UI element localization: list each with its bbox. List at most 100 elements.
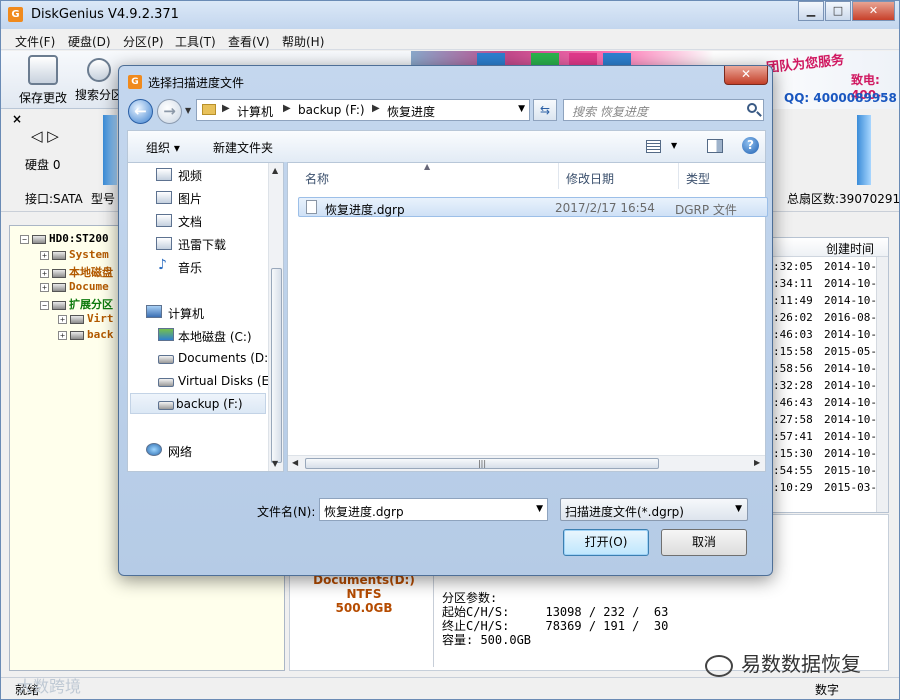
open-button[interactable]: 打开(O) (563, 529, 649, 556)
column-type[interactable]: 类型 (686, 170, 710, 187)
table-row[interactable]: :15:30 2014-10- (772, 447, 877, 464)
menu-view[interactable]: 查看(V) (228, 33, 270, 50)
preview-pane-icon[interactable] (707, 139, 723, 153)
partition-bar[interactable] (103, 115, 117, 185)
column-modified-date[interactable]: 修改日期 (566, 170, 614, 187)
breadcrumb-computer[interactable]: 计算机 (237, 103, 273, 120)
filename-input[interactable]: 恢复进度.dgrp ▼ (319, 498, 548, 521)
scroll-up-icon[interactable]: ▲ (272, 166, 278, 175)
disk-label: 硬盘 0 (25, 158, 61, 172)
list-scrollbar[interactable] (876, 257, 888, 512)
view-options-icon[interactable] (646, 140, 661, 153)
table-row[interactable]: :27:58 2014-10- (772, 413, 877, 430)
partition-tile[interactable]: Documents(D:) NTFS 500.0GB (294, 573, 434, 667)
expand-icon[interactable]: + (58, 314, 67, 324)
table-row[interactable]: :34:11 2014-10- (772, 277, 877, 294)
chevron-right-icon[interactable]: ▶ (283, 103, 291, 114)
column-created-time[interactable]: 创建时间 (826, 240, 874, 257)
nav-item-drive-e[interactable]: Virtual Disks (E: (178, 374, 273, 388)
close-strip-icon[interactable]: × (12, 112, 22, 126)
nav-scroll-thumb[interactable] (271, 268, 282, 463)
expand-icon[interactable]: + (58, 330, 67, 340)
table-row[interactable]: :26:02 2016-08- (772, 311, 877, 328)
tree-node[interactable]: + back (58, 328, 114, 341)
minimize-button[interactable]: ▁ (798, 1, 824, 21)
search-partition-button[interactable]: 搜索分区 (75, 55, 123, 103)
organize-button[interactable]: 组织 ▾ (146, 139, 180, 156)
close-button[interactable]: ✕ (852, 1, 895, 21)
table-row[interactable]: :11:49 2014-10- (772, 294, 877, 311)
nav-scrollbar[interactable]: ▲ ▼ (268, 163, 283, 471)
table-row[interactable]: :58:56 2014-10- (772, 362, 877, 379)
list-header[interactable]: 创建时间 (772, 238, 888, 257)
menu-partition[interactable]: 分区(P) (123, 33, 164, 50)
expand-icon[interactable]: + (40, 250, 49, 260)
nav-item-music[interactable]: 音乐 (178, 259, 202, 276)
nav-item-drive-c[interactable]: 本地磁盘 (C:) (178, 328, 252, 345)
nav-item-documents[interactable]: 文档 (178, 213, 202, 230)
nav-item-network[interactable]: 网络 (168, 443, 192, 460)
help-icon[interactable]: ? (742, 137, 759, 154)
back-button[interactable]: ← (128, 99, 153, 124)
collapse-icon[interactable]: − (40, 300, 49, 310)
table-row[interactable]: :32:05 2014-10- (772, 260, 877, 277)
table-row[interactable]: :32:28 2014-10- (772, 379, 877, 396)
address-bar[interactable]: ▶ 计算机 ▶ backup (F:) ▶ 恢复进度 ▼ (196, 99, 530, 121)
view-dropdown-icon[interactable]: ▼ (671, 141, 677, 150)
scroll-right-icon[interactable]: ▶ (754, 458, 760, 467)
nav-item-xunlei-downloads[interactable]: 迅雷下载 (178, 236, 226, 253)
partition-bar[interactable] (857, 115, 871, 185)
filter-dropdown-icon[interactable]: ▼ (735, 504, 742, 514)
file-row-selected[interactable]: 恢复进度.dgrp 2017/2/17 16:54 DGRP 文件 (298, 197, 768, 217)
tree-node[interactable]: + System (40, 248, 109, 261)
refresh-button[interactable]: ⇆ (533, 99, 557, 121)
table-row[interactable]: :46:03 2014-10- (772, 328, 877, 345)
column-divider[interactable] (558, 163, 559, 189)
expand-icon[interactable]: + (40, 268, 49, 278)
cancel-button[interactable]: 取消 (661, 529, 747, 556)
tree-node[interactable]: + Virt (58, 312, 114, 325)
tree-node[interactable]: + Docume (40, 280, 109, 293)
breadcrumb-recovery-folder[interactable]: 恢复进度 (387, 103, 435, 120)
breadcrumb-backup-drive[interactable]: backup (F:) (298, 103, 365, 117)
address-dropdown-icon[interactable]: ▼ (518, 104, 525, 114)
table-row[interactable]: :46:43 2014-10- (772, 396, 877, 413)
expand-icon[interactable]: + (40, 282, 49, 292)
search-input[interactable]: 搜索 恢复进度 (563, 99, 764, 121)
table-row[interactable]: :10:29 2015-03- (772, 481, 877, 498)
collapse-icon[interactable]: − (20, 234, 29, 244)
table-row[interactable]: :54:55 2015-10- (772, 464, 877, 481)
recent-locations-dropdown-icon[interactable]: ▼ (185, 106, 191, 115)
file-type-filter[interactable]: 扫描进度文件(*.dgrp) ▼ (560, 498, 748, 521)
chevron-right-icon[interactable]: ▶ (222, 103, 230, 114)
tree-node[interactable]: + 本地磁盘 (40, 264, 113, 280)
column-name[interactable]: 名称 (305, 170, 329, 187)
table-row[interactable]: :57:41 2014-10- (772, 430, 877, 447)
dialog-close-button[interactable]: ✕ (724, 66, 768, 85)
menu-disk[interactable]: 硬盘(D) (68, 33, 111, 50)
tree-node[interactable]: − HD0:ST200 (20, 232, 109, 245)
nav-item-drive-f[interactable]: backup (F:) (130, 393, 266, 414)
scroll-down-icon[interactable]: ▼ (272, 459, 278, 468)
column-divider[interactable] (678, 163, 679, 189)
menu-help[interactable]: 帮助(H) (282, 33, 324, 50)
forward-button[interactable]: → (157, 99, 182, 124)
filename-dropdown-icon[interactable]: ▼ (536, 504, 543, 514)
nav-item-drive-d[interactable]: Documents (D:) (178, 351, 273, 365)
nav-item-pictures[interactable]: 图片 (178, 190, 202, 207)
nav-item-computer[interactable]: 计算机 (168, 305, 204, 322)
new-folder-button[interactable]: 新建文件夹 (213, 139, 273, 156)
save-changes-button[interactable]: 保存更改 (19, 55, 67, 106)
file-hscrollbar[interactable]: ◀ ||| ▶ (288, 455, 765, 471)
table-row[interactable]: :15:58 2015-05- (772, 345, 877, 362)
tree-node[interactable]: − 扩展分区 (40, 296, 113, 312)
menu-tools[interactable]: 工具(T) (175, 33, 216, 50)
menu-file[interactable]: 文件(F) (15, 33, 55, 50)
search-icon[interactable] (747, 103, 757, 113)
nav-item-videos[interactable]: 视频 (178, 167, 202, 184)
disk-nav-arrows[interactable]: ◁ ▷ (31, 127, 59, 145)
hscroll-thumb[interactable]: ||| (305, 458, 659, 469)
chevron-right-icon[interactable]: ▶ (372, 103, 380, 114)
scroll-left-icon[interactable]: ◀ (292, 458, 298, 467)
maximize-button[interactable]: □ (825, 1, 851, 21)
